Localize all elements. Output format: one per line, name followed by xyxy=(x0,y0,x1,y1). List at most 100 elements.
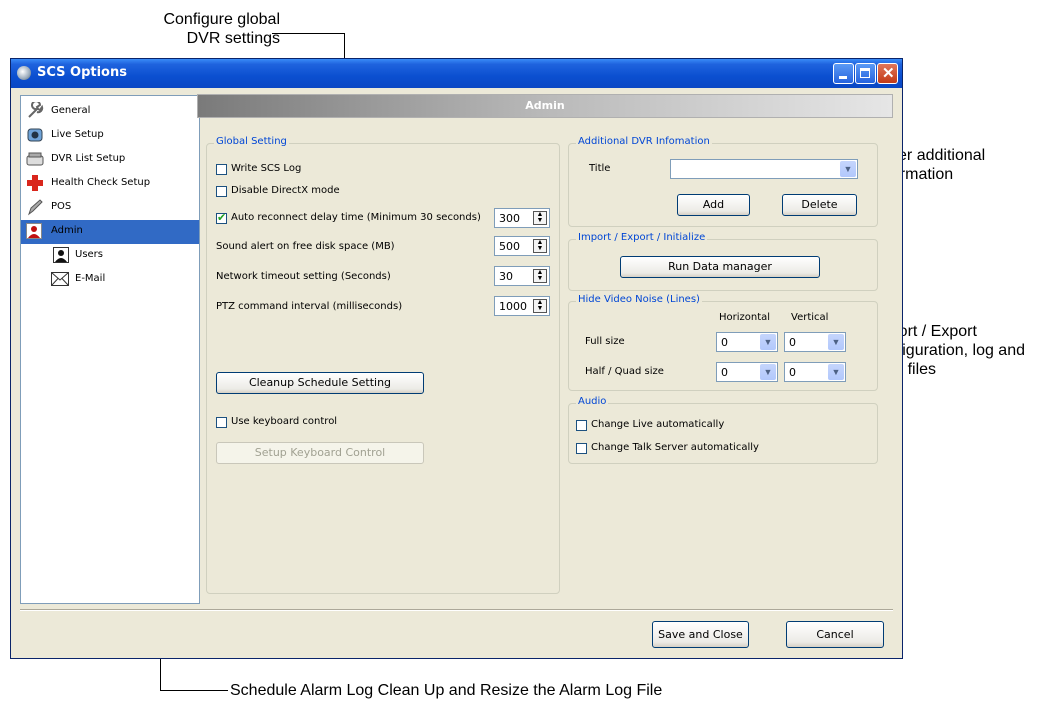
chevron-down-icon[interactable]: ▼ xyxy=(828,364,844,380)
change-live-checkbox[interactable] xyxy=(576,420,587,431)
delete-button[interactable]: Delete xyxy=(782,194,857,216)
auto-reconnect-label: Auto reconnect delay time (Minimum 30 se… xyxy=(231,212,481,223)
spinner-value: 30 xyxy=(499,270,513,283)
auto-reconnect-spinner[interactable]: 300 ▲ ▼ xyxy=(494,208,550,228)
audio-group: Audio Change Live automatically Change T… xyxy=(568,396,878,464)
group-title: Hide Video Noise (Lines) xyxy=(576,294,702,305)
network-timeout-spinner[interactable]: 30 ▲ ▼ xyxy=(494,266,550,286)
sidebar-item-dvr-list-setup[interactable]: DVR List Setup xyxy=(21,148,199,172)
half-size-horizontal-combo[interactable]: 0 ▼ xyxy=(716,362,778,382)
save-and-close-button[interactable]: Save and Close xyxy=(652,621,749,648)
spinner-value: 300 xyxy=(499,212,520,225)
vertical-label: Vertical xyxy=(791,312,829,323)
combo-value: 0 xyxy=(789,366,796,379)
cleanup-schedule-button[interactable]: Cleanup Schedule Setting xyxy=(216,372,424,394)
close-icon: ✕ xyxy=(882,65,895,82)
global-setting-group: Global Setting Write SCS Log Disable Dir… xyxy=(206,136,560,594)
sidebar-item-label: Live Setup xyxy=(51,129,104,140)
ptz-interval-label: PTZ command interval (milliseconds) xyxy=(216,301,403,312)
group-title: Import / Export / Initialize xyxy=(576,232,708,243)
group-title: Global Setting xyxy=(214,136,289,147)
sidebar-item-label: POS xyxy=(51,201,72,212)
spinner-arrows-icon[interactable]: ▲ ▼ xyxy=(533,299,547,313)
sidebar-item-label: Admin xyxy=(51,225,83,236)
full-size-horizontal-combo[interactable]: 0 ▼ xyxy=(716,332,778,352)
half-size-label: Half / Quad size xyxy=(585,366,664,377)
minimize-icon xyxy=(839,76,847,79)
panel-header-title: Admin xyxy=(525,99,565,112)
envelope-icon xyxy=(51,271,69,289)
admin-user-icon xyxy=(26,223,44,241)
network-timeout-label: Network timeout setting (Seconds) xyxy=(216,271,391,282)
maximize-button[interactable] xyxy=(855,63,876,84)
sidebar-item-label: General xyxy=(51,105,91,116)
combo-value: 0 xyxy=(721,336,728,349)
sidebar-item-live-setup[interactable]: Live Setup xyxy=(21,124,199,148)
title-label: Title xyxy=(589,163,611,174)
full-size-label: Full size xyxy=(585,336,625,347)
minimize-button[interactable] xyxy=(833,63,854,84)
auto-reconnect-checkbox[interactable] xyxy=(216,211,227,224)
callout-line xyxy=(272,33,344,34)
combo-value: 0 xyxy=(789,336,796,349)
panel-header: Admin xyxy=(197,94,893,118)
app-icon xyxy=(17,66,31,80)
chevron-down-icon[interactable]: ▼ xyxy=(760,364,776,380)
sidebar-item-pos[interactable]: POS xyxy=(21,196,199,220)
change-talk-checkbox[interactable] xyxy=(576,443,587,454)
callout-line xyxy=(160,690,228,691)
write-log-checkbox[interactable] xyxy=(216,164,227,175)
use-keyboard-label: Use keyboard control xyxy=(231,416,338,427)
disable-directx-label: Disable DirectX mode xyxy=(231,185,340,196)
sidebar-item-health-check-setup[interactable]: Health Check Setup xyxy=(21,172,199,196)
sidebar-item-general[interactable]: General xyxy=(21,100,199,124)
half-size-vertical-combo[interactable]: 0 ▼ xyxy=(784,362,846,382)
combo-value: 0 xyxy=(721,366,728,379)
spinner-arrows-icon[interactable]: ▲ ▼ xyxy=(533,239,547,253)
sidebar-item-label: DVR List Setup xyxy=(51,153,126,164)
pen-icon xyxy=(26,198,44,216)
hide-noise-group: Hide Video Noise (Lines) Horizontal Vert… xyxy=(568,294,878,391)
title-combo[interactable]: ▼ xyxy=(670,159,858,179)
chevron-down-icon[interactable]: ▼ xyxy=(760,334,776,350)
disable-directx-checkbox[interactable] xyxy=(216,186,227,197)
footer-divider xyxy=(20,609,893,611)
sidebar-item-label: E-Mail xyxy=(75,273,106,284)
camera-icon xyxy=(26,126,44,144)
sound-alert-spinner[interactable]: 500 ▲ ▼ xyxy=(494,236,550,256)
maximize-icon xyxy=(860,68,870,78)
dvr-icon xyxy=(26,150,44,168)
use-keyboard-checkbox[interactable] xyxy=(216,417,227,428)
callout-global-settings: Configure global DVR settings xyxy=(163,11,280,47)
setup-keyboard-button[interactable]: Setup Keyboard Control xyxy=(216,442,424,464)
scs-options-window: SCS Options ✕ General Live Setup DVR Lis… xyxy=(10,58,903,659)
sidebar-item-users[interactable]: Users xyxy=(21,244,199,268)
sidebar-item-label: Health Check Setup xyxy=(51,177,151,188)
wrench-icon xyxy=(26,100,44,120)
close-button[interactable]: ✕ xyxy=(877,63,898,84)
chevron-down-icon[interactable]: ▼ xyxy=(828,334,844,350)
chevron-down-icon[interactable]: ▼ xyxy=(840,161,856,177)
cancel-button[interactable]: Cancel xyxy=(786,621,884,648)
sidebar-item-admin[interactable]: Admin xyxy=(21,220,199,244)
health-cross-icon xyxy=(26,174,44,192)
full-size-vertical-combo[interactable]: 0 ▼ xyxy=(784,332,846,352)
change-live-label: Change Live automatically xyxy=(591,419,725,430)
spinner-arrows-icon[interactable]: ▲ ▼ xyxy=(533,269,547,283)
additional-dvr-group: Additional DVR Infomation Title ▼ Add De… xyxy=(568,136,878,227)
sidebar-item-label: Users xyxy=(75,249,104,260)
sidebar-item-email[interactable]: E-Mail xyxy=(21,268,199,292)
run-data-manager-button[interactable]: Run Data manager xyxy=(620,256,820,278)
user-icon xyxy=(53,247,71,265)
add-button[interactable]: Add xyxy=(677,194,750,216)
write-log-label: Write SCS Log xyxy=(231,163,302,174)
change-talk-label: Change Talk Server automatically xyxy=(591,442,759,453)
group-title: Audio xyxy=(576,396,609,407)
sidebar-tree: General Live Setup DVR List Setup Health… xyxy=(20,95,200,604)
horizontal-label: Horizontal xyxy=(719,312,771,323)
ptz-interval-spinner[interactable]: 1000 ▲ ▼ xyxy=(494,296,550,316)
sound-alert-label: Sound alert on free disk space (MB) xyxy=(216,241,395,252)
title-bar[interactable]: SCS Options ✕ xyxy=(11,59,902,88)
group-title: Additional DVR Infomation xyxy=(576,136,712,147)
spinner-arrows-icon[interactable]: ▲ ▼ xyxy=(533,211,547,225)
